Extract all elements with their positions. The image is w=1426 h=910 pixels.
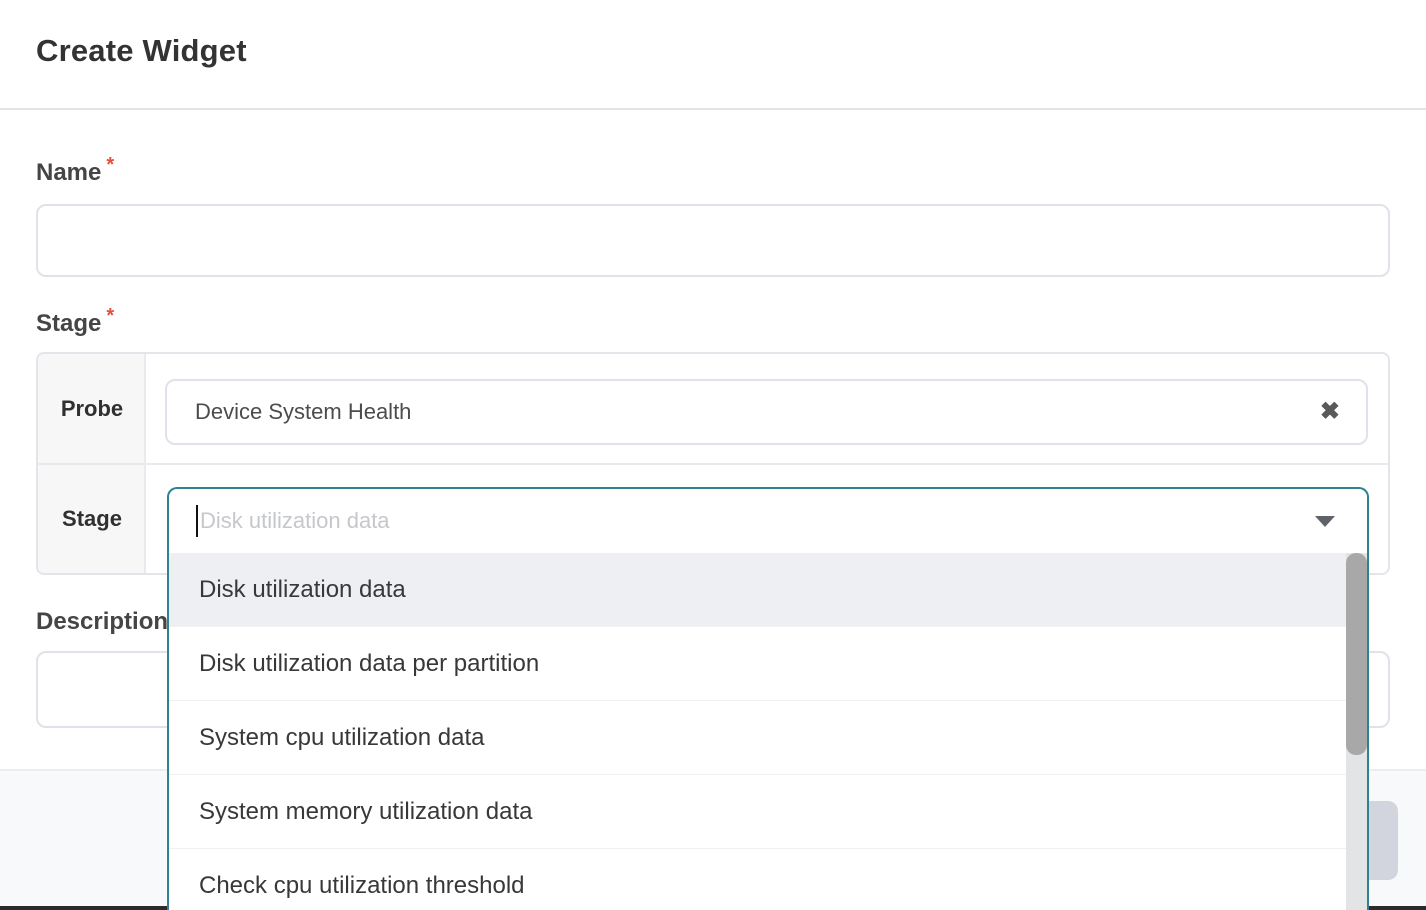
dropdown-scrollbar-thumb[interactable] [1346, 553, 1367, 755]
modal-header: Create Widget [0, 0, 1426, 110]
text-cursor [196, 505, 198, 537]
stage-dropdown-list: Disk utilization dataDisk utilization da… [169, 553, 1367, 910]
stage-select-placeholder: Disk utilization data [200, 508, 1315, 534]
stage-label: Stage* [36, 310, 114, 338]
x-clear-icon[interactable]: ✖ [1320, 400, 1366, 424]
description-label: Description [36, 608, 168, 636]
probe-selected-value: Device System Health [167, 399, 1320, 425]
dropdown-option[interactable]: Disk utilization data per partition [169, 627, 1367, 701]
dropdown-scrollbar-track[interactable] [1346, 553, 1367, 910]
stage-row-label: Stage [38, 506, 146, 532]
dropdown-option[interactable]: System cpu utilization data [169, 701, 1367, 775]
probe-row-label: Probe [38, 396, 146, 422]
required-asterisk: * [106, 305, 114, 327]
stage-select-input[interactable]: Disk utilization data [169, 489, 1367, 553]
stage-select[interactable]: Disk utilization data Disk utilization d… [167, 487, 1369, 910]
name-label: Name* [36, 159, 114, 187]
dropdown-option[interactable]: System memory utilization data [169, 775, 1367, 849]
required-asterisk: * [106, 154, 114, 176]
chevron-down-icon[interactable] [1315, 516, 1335, 527]
table-row-divider [38, 463, 1388, 465]
name-input[interactable] [36, 204, 1390, 277]
probe-select[interactable]: Device System Health ✖ [165, 379, 1368, 445]
page-title: Create Widget [36, 33, 247, 69]
dropdown-option[interactable]: Disk utilization data [169, 553, 1367, 627]
dropdown-option[interactable]: Check cpu utilization threshold [169, 849, 1367, 910]
